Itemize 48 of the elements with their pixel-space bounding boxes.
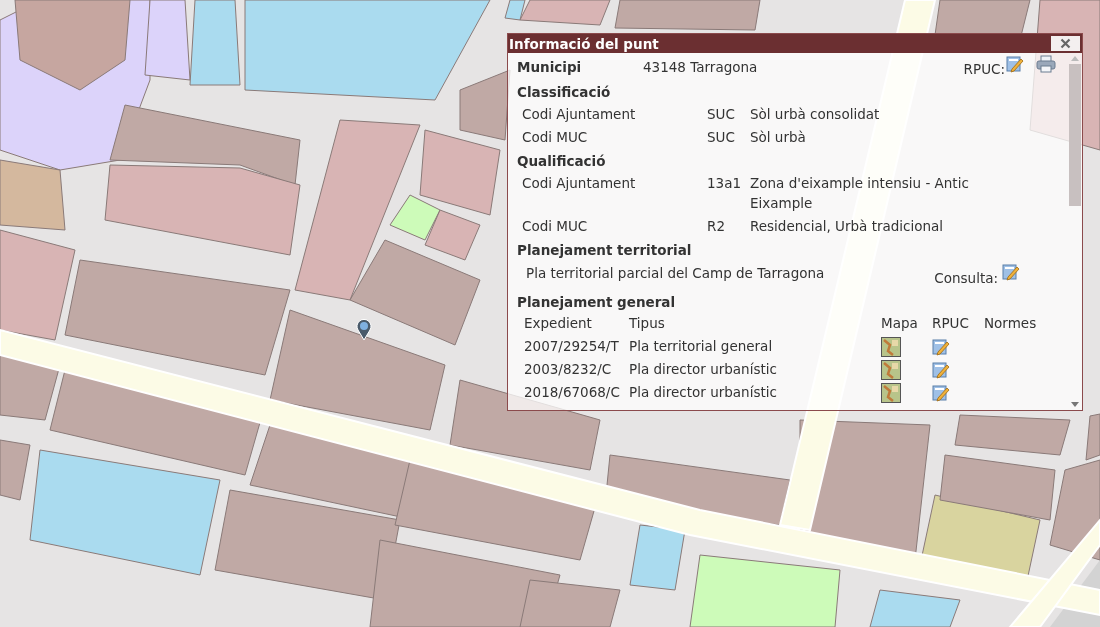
column-header: Expedient — [524, 314, 593, 333]
column-header: Mapa — [881, 314, 919, 333]
land-parcel[interactable] — [1085, 413, 1100, 461]
close-button[interactable] — [1050, 35, 1081, 52]
field-label: Codi MUC — [522, 127, 589, 147]
field-label: Codi Ajuntament — [522, 104, 637, 124]
code-value: SUC — [707, 104, 736, 124]
edit-document-icon[interactable] — [932, 360, 950, 379]
code-value: SUC — [707, 127, 736, 147]
map-marker-icon[interactable] — [356, 319, 372, 341]
edit-document-icon[interactable] — [932, 383, 950, 402]
description-value: Sòl urbà consolidat — [750, 104, 881, 124]
map-icon[interactable] — [881, 382, 901, 403]
territorial-plan-name: Pla territorial parcial del Camp de Tarragona — [526, 264, 825, 283]
plan-type-cell-text: Pla director urbanístic — [629, 383, 778, 402]
section-heading: Planejament territorial — [517, 241, 693, 260]
edit-document-icon[interactable] — [1002, 263, 1020, 281]
column-header: Normes — [984, 314, 1038, 333]
field-label: Codi Ajuntament — [522, 173, 637, 193]
field-label: Codi MUC — [522, 216, 589, 236]
panel-title: Informació del punt — [509, 34, 659, 53]
code-value: 13a1 — [707, 173, 743, 193]
land-parcel[interactable] — [504, 0, 526, 21]
municipi-label: Municipi — [517, 58, 583, 77]
scroll-down-icon[interactable] — [1071, 402, 1079, 408]
section-heading: Planejament general — [517, 293, 677, 312]
section-heading: Qualificació — [517, 152, 607, 171]
description-value: Sòl urbà — [750, 127, 807, 147]
map-icon[interactable] — [881, 359, 901, 380]
scrollbar-thumb[interactable] — [1069, 64, 1081, 206]
edit-document-icon[interactable] — [932, 337, 950, 356]
description-value: Zona d'eixample intensiu - Antic Eixample — [750, 173, 970, 213]
plan-type-cell-text: Pla territorial general — [629, 337, 774, 356]
edit-document-icon[interactable] — [1006, 55, 1024, 73]
expedient-cell-text: 2007/29254/T — [524, 337, 620, 356]
column-header: Tipus — [629, 314, 666, 333]
expedient-cell-text: 2003/8232/C — [524, 360, 613, 379]
map-icon[interactable] — [881, 336, 901, 357]
consulta-label: Consulta: — [934, 269, 998, 288]
code-value: R2 — [707, 216, 726, 236]
plan-type-cell-text: Pla director urbanístic — [629, 360, 778, 379]
expedient-cell-text: 2018/67068/C — [524, 383, 621, 402]
rpuc-label: RPUC: — [963, 60, 1005, 79]
column-header: RPUC — [932, 314, 970, 333]
section-heading: Classificació — [517, 83, 612, 102]
close-icon[interactable] — [1060, 38, 1071, 49]
description-value: Residencial, Urbà tradicional — [750, 216, 945, 236]
municipi-value: 43148 Tarragona — [643, 58, 758, 77]
